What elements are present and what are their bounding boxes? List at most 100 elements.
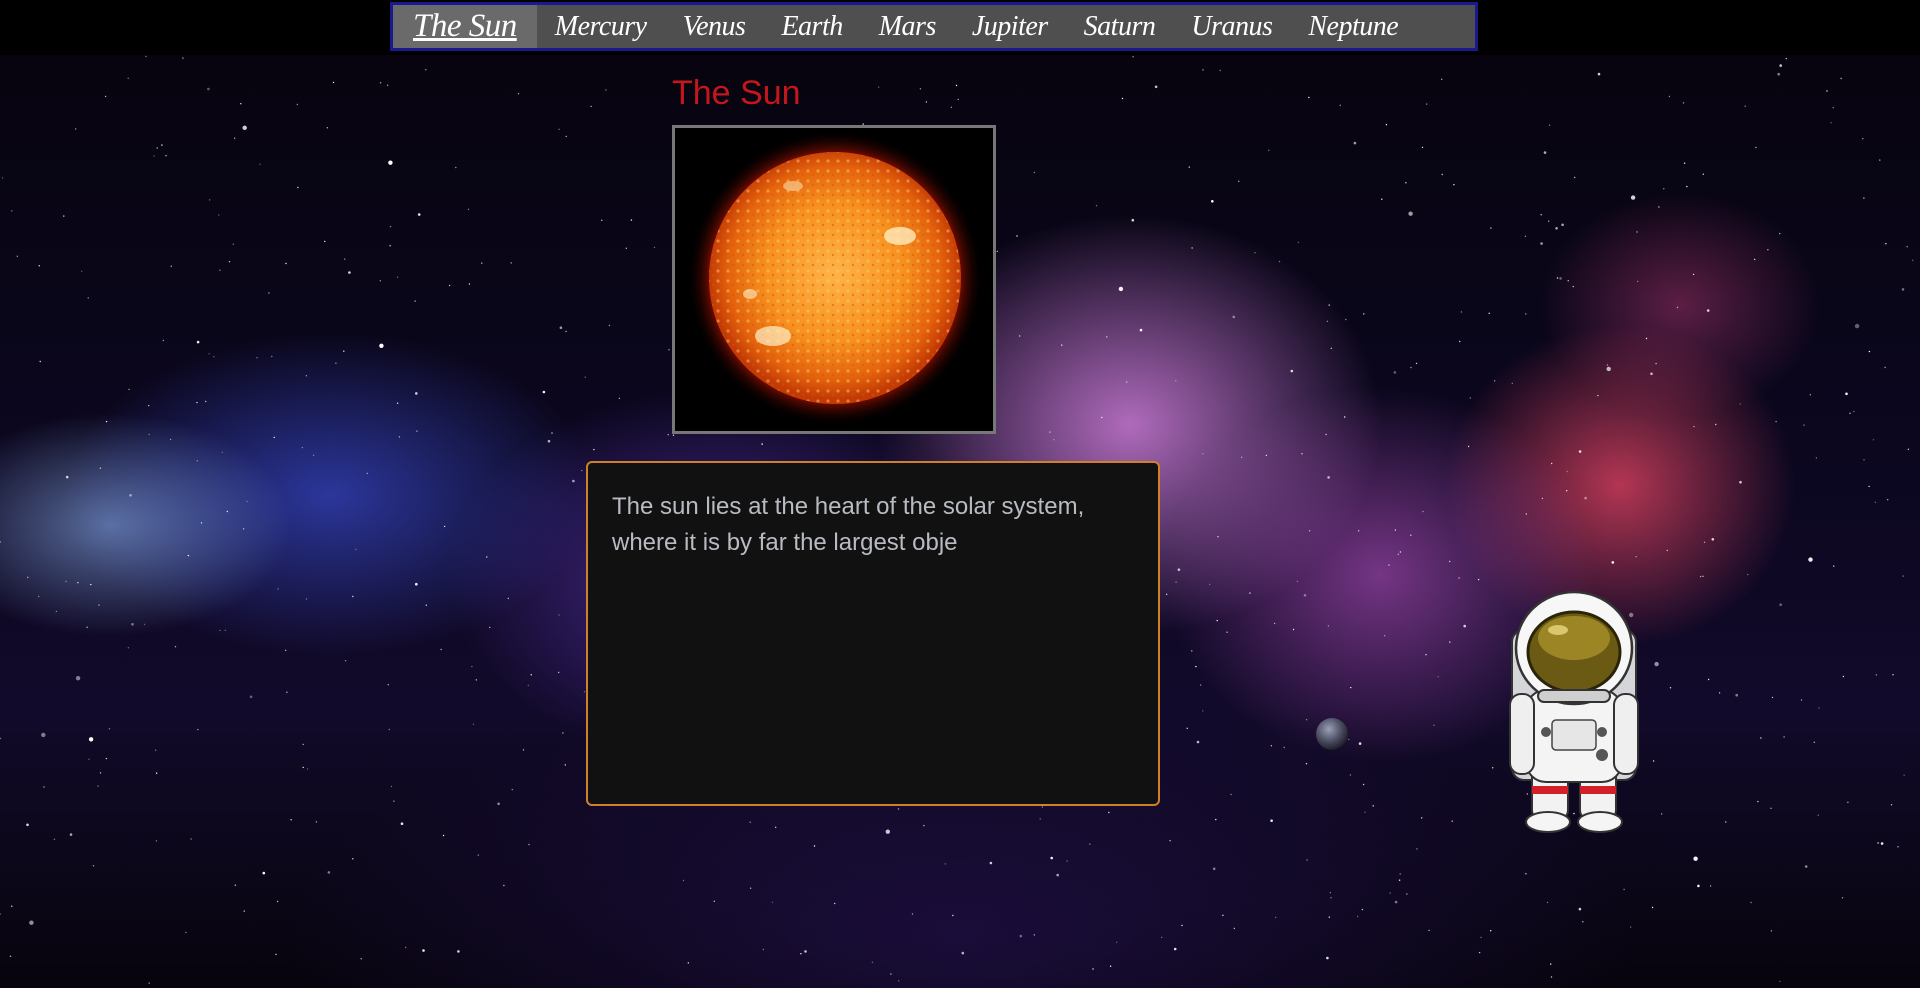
- star: [1118, 286, 1124, 292]
- star: [1897, 846, 1899, 848]
- star: [1584, 496, 1587, 500]
- star: [472, 723, 475, 725]
- star: [1666, 549, 1669, 552]
- star: [1327, 625, 1330, 627]
- nav-item-the-sun[interactable]: The Sun: [393, 5, 537, 48]
- star: [55, 610, 58, 613]
- star: [153, 155, 155, 157]
- star: [590, 105, 592, 108]
- star: [1325, 433, 1327, 436]
- star: [242, 528, 245, 530]
- star: [246, 500, 248, 503]
- star: [559, 326, 563, 330]
- moon-icon: [1316, 718, 1348, 750]
- description-box: The sun lies at the heart of the solar s…: [586, 461, 1160, 806]
- star: [1555, 227, 1558, 230]
- star: [148, 404, 150, 407]
- star: [1215, 818, 1217, 821]
- star: [989, 861, 993, 865]
- star: [749, 821, 751, 823]
- star: [749, 887, 752, 889]
- star: [1177, 568, 1181, 571]
- star: [1394, 900, 1398, 904]
- star: [1833, 565, 1835, 567]
- star: [1651, 906, 1654, 909]
- star: [1362, 783, 1365, 786]
- star: [961, 951, 965, 955]
- star: [1683, 162, 1686, 164]
- star: [1109, 965, 1112, 967]
- star: [26, 823, 29, 827]
- star: [950, 106, 953, 108]
- nav-item-earth[interactable]: Earth: [763, 5, 860, 48]
- star: [348, 271, 351, 274]
- star: [1202, 710, 1204, 712]
- star: [131, 623, 134, 626]
- star: [1216, 619, 1218, 622]
- star: [1879, 159, 1881, 161]
- star: [306, 768, 309, 770]
- star: [234, 884, 237, 886]
- star: [396, 402, 399, 404]
- star: [1800, 699, 1803, 701]
- star: [185, 931, 187, 934]
- star: [1755, 146, 1757, 149]
- star: [1630, 926, 1632, 928]
- star: [1381, 198, 1383, 200]
- star: [396, 276, 399, 278]
- star: [1863, 197, 1865, 199]
- nav-item-uranus[interactable]: Uranus: [1173, 5, 1290, 48]
- star: [925, 101, 928, 103]
- planet-image-frame: [672, 125, 996, 434]
- star: [1623, 888, 1625, 891]
- star: [1863, 459, 1865, 461]
- star: [205, 400, 207, 403]
- star: [1460, 311, 1463, 313]
- star: [813, 845, 816, 847]
- nav-item-mercury[interactable]: Mercury: [537, 5, 665, 48]
- star: [81, 270, 83, 272]
- nav-item-neptune[interactable]: Neptune: [1290, 5, 1416, 48]
- star: [834, 902, 836, 905]
- star: [1388, 564, 1390, 566]
- star: [352, 858, 354, 860]
- star: [1582, 921, 1584, 923]
- star: [1524, 235, 1527, 237]
- star: [1477, 578, 1480, 581]
- star: [1543, 151, 1547, 154]
- star: [315, 821, 318, 823]
- star: [653, 246, 656, 249]
- star: [43, 786, 45, 788]
- star: [1815, 457, 1818, 459]
- star: [393, 800, 395, 802]
- star: [88, 737, 94, 742]
- star: [208, 199, 211, 201]
- star: [105, 420, 108, 423]
- star: [276, 900, 279, 903]
- star: [88, 758, 90, 760]
- star: [1422, 510, 1424, 513]
- star: [583, 691, 586, 693]
- star: [1693, 425, 1695, 428]
- star: [1458, 577, 1460, 579]
- star: [1092, 968, 1094, 970]
- nav-item-mars[interactable]: Mars: [861, 5, 954, 48]
- star: [302, 743, 304, 746]
- nav-item-saturn[interactable]: Saturn: [1066, 5, 1174, 48]
- star: [1270, 745, 1273, 747]
- star: [517, 93, 520, 95]
- star: [1892, 674, 1894, 676]
- nav-item-jupiter[interactable]: Jupiter: [954, 5, 1066, 48]
- star: [1492, 767, 1494, 769]
- star: [667, 434, 669, 436]
- star: [489, 626, 491, 629]
- star: [1884, 366, 1886, 369]
- star: [618, 397, 621, 400]
- star: [542, 390, 546, 394]
- star: [1101, 416, 1103, 419]
- star: [1779, 64, 1782, 67]
- star: [398, 436, 401, 438]
- star: [53, 838, 56, 840]
- nav-item-venus[interactable]: Venus: [665, 5, 764, 48]
- star: [1630, 195, 1636, 200]
